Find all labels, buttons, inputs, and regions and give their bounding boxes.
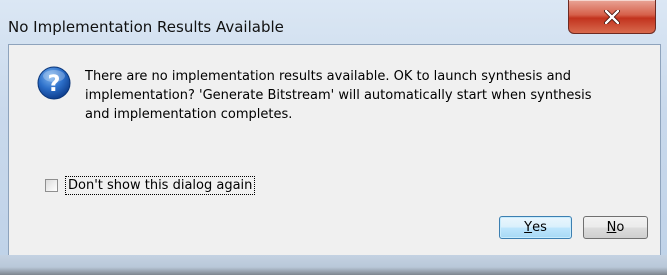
dont-show-again-label[interactable]: Don't show this dialog again (64, 176, 256, 195)
question-icon: ? (37, 66, 71, 100)
yes-label-rest: es (532, 220, 547, 235)
message-line: There are no implementation results avai… (85, 69, 572, 84)
no-button[interactable]: No (583, 216, 648, 239)
message-line: and implementation completes. (85, 107, 293, 122)
title-bar[interactable]: No Implementation Results Available (0, 0, 667, 44)
close-button[interactable] (568, 0, 656, 34)
svg-text:?: ? (48, 72, 61, 97)
dialog-message: There are no implementation results avai… (85, 67, 650, 124)
dialog-body: ? There are no implementation results av… (8, 44, 661, 257)
yes-button[interactable]: Yes (499, 216, 572, 239)
dialog-window: No Implementation Results Available ? Th… (0, 0, 667, 275)
yes-mnemonic: Y (524, 220, 533, 235)
dialog-title: No Implementation Results Available (8, 18, 284, 36)
no-mnemonic: N (606, 220, 617, 235)
dont-show-again-checkbox[interactable] (45, 179, 58, 192)
close-icon (604, 9, 620, 24)
dont-show-again-row[interactable]: Don't show this dialog again (45, 176, 256, 195)
message-line: implementation? 'Generate Bitstream' wil… (85, 88, 592, 103)
no-label-rest: o (616, 220, 625, 235)
